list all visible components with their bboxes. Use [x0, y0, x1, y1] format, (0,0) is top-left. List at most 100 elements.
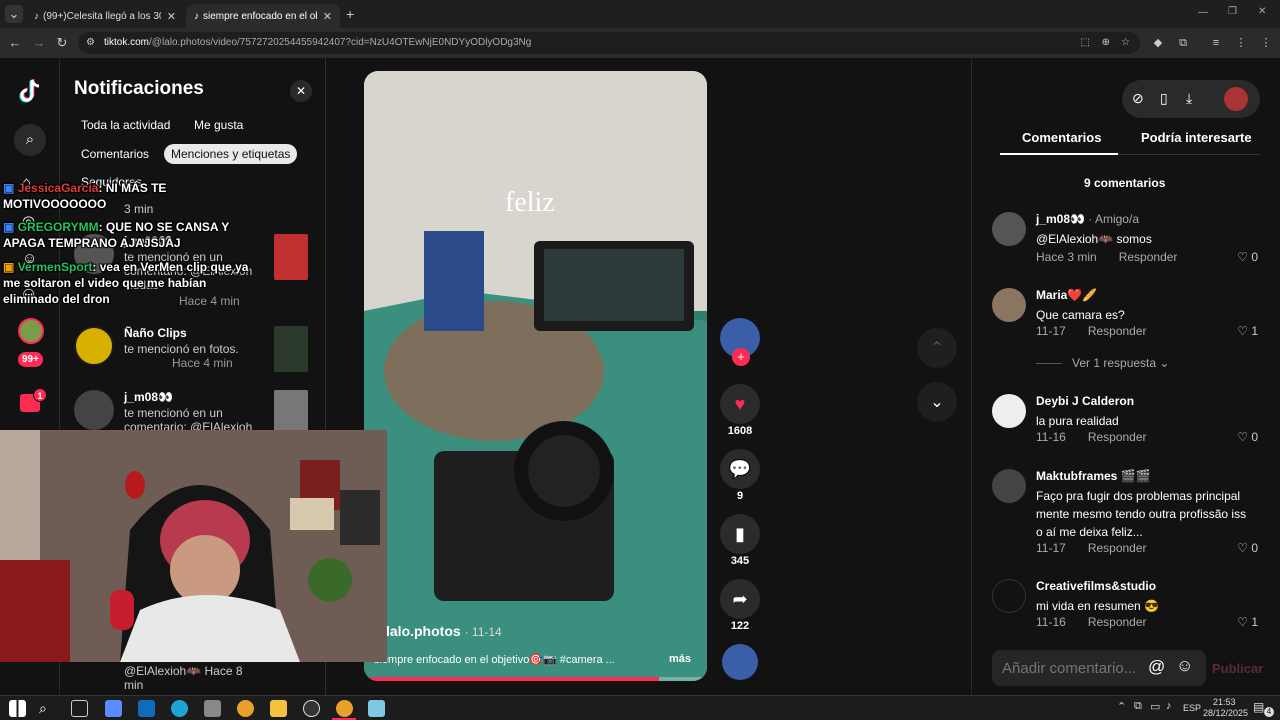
task-view-icon[interactable]: [71, 700, 88, 717]
view-replies-label: Ver 1 respuesta: [1072, 356, 1157, 370]
window-close-button[interactable]: ✕: [1258, 6, 1266, 17]
app-icon[interactable]: [368, 700, 385, 717]
maximize-button[interactable]: ❐: [1228, 6, 1237, 17]
tab-siempre-enfocado[interactable]: ♪ siempre enfocado en el objetivo ✕: [186, 4, 340, 28]
video-author[interactable]: lalo.photos · 11-14: [386, 623, 502, 639]
tray-network-icon[interactable]: ⧉: [1134, 700, 1142, 713]
reading-list-icon[interactable]: ≡: [1208, 35, 1224, 51]
follow-plus-icon[interactable]: +: [732, 348, 750, 366]
notification-item[interactable]: j_m08👀 te mencionó en un comentario: @El…: [74, 390, 314, 436]
chrome-active-icon[interactable]: [336, 700, 353, 717]
close-notifications-button[interactable]: ✕: [290, 80, 312, 102]
comment-user[interactable]: j_m08👀 · Amigo/a: [1036, 212, 1139, 226]
download-icon[interactable]: ⤓: [1186, 90, 1192, 107]
reply-button[interactable]: Responder: [1088, 430, 1147, 444]
save-button[interactable]: ▮: [720, 514, 760, 554]
language-indicator[interactable]: ESP: [1183, 703, 1201, 713]
tiktok-logo-icon[interactable]: [18, 78, 42, 104]
tab-close-icon[interactable]: ✕: [323, 10, 332, 23]
filter-mentions[interactable]: Menciones y etiquetas: [164, 144, 298, 164]
comment-like[interactable]: ♡ 0: [1237, 430, 1258, 444]
store-icon[interactable]: [204, 700, 221, 717]
install-app-icon[interactable]: ⬚: [1081, 32, 1090, 54]
tab-list-button[interactable]: ⌄: [5, 5, 23, 23]
chrome-icon[interactable]: [237, 700, 254, 717]
comment-user[interactable]: Maktubframes 🎬🎬: [1036, 469, 1151, 483]
back-icon[interactable]: ←: [6, 34, 24, 52]
inbox-badge[interactable]: 99+: [18, 352, 43, 367]
tray-battery-icon[interactable]: ▭: [1150, 700, 1160, 713]
tab-celesita[interactable]: ♪ (99+)Celesita llegó a los 300k💗 ✕: [26, 4, 184, 28]
profile-avatar[interactable]: [1224, 87, 1248, 111]
video-player[interactable]: feliz lalo.photos · 11-14 siempre enfoca…: [364, 71, 707, 681]
device-icon[interactable]: ▯: [1160, 90, 1168, 107]
url-field[interactable]: ⚙ tiktok.com/@lalo.photos/video/75727202…: [78, 32, 1140, 54]
comment-button[interactable]: 💬: [720, 449, 760, 489]
share-button[interactable]: ➦: [720, 579, 760, 619]
tab-close-icon[interactable]: ✕: [167, 10, 176, 23]
avatar[interactable]: [992, 394, 1026, 428]
zoom-icon[interactable]: ⊕: [1102, 32, 1110, 54]
outlook-icon[interactable]: [138, 700, 155, 717]
comment-like[interactable]: ♡ 0: [1237, 250, 1258, 264]
previous-video-button[interactable]: ⌃: [917, 328, 957, 368]
notification-item[interactable]: @ElAlexioh🦇 Hace 8 min: [74, 664, 314, 694]
reply-button[interactable]: Responder: [1119, 250, 1178, 264]
avatar[interactable]: [992, 212, 1026, 246]
avatar[interactable]: [992, 469, 1026, 503]
bookmark-star-icon[interactable]: ☆: [1121, 32, 1130, 54]
comment-like[interactable]: ♡ 1: [1237, 615, 1258, 629]
profile-icon[interactable]: ⋮: [1233, 35, 1249, 51]
publish-button[interactable]: Publicar: [1212, 661, 1263, 676]
avatar[interactable]: [992, 579, 1026, 613]
search-icon[interactable]: ⌕: [39, 700, 56, 717]
comment-user[interactable]: Deybi J Calderon: [1036, 394, 1134, 408]
next-video-button[interactable]: ⌄: [917, 382, 957, 422]
reply-button[interactable]: Responder: [1088, 615, 1147, 629]
like-button[interactable]: ♥: [720, 384, 760, 424]
tab-comments[interactable]: Comentarios: [1022, 130, 1101, 145]
reload-icon[interactable]: ↻: [53, 34, 71, 52]
filter-all-activity[interactable]: Toda la actividad: [74, 115, 177, 135]
clock-time[interactable]: 21:53: [1213, 697, 1236, 707]
creator-avatar[interactable]: +: [720, 318, 760, 366]
comment-like[interactable]: ♡ 0: [1237, 541, 1258, 555]
notification-item[interactable]: Ñaño Clips te mencionó en fotos. Hace 4 …: [74, 326, 314, 376]
clock-date[interactable]: 28/12/2025: [1203, 708, 1248, 718]
new-tab-button[interactable]: +: [346, 6, 354, 22]
site-info-icon[interactable]: ⚙: [86, 32, 95, 54]
tab-recommended[interactable]: Podría interesarte: [1141, 130, 1252, 145]
edge-icon[interactable]: [171, 700, 188, 717]
emoji-icon[interactable]: ☺: [1176, 656, 1193, 676]
live-avatar[interactable]: [18, 318, 44, 344]
comment-user[interactable]: Maria❤️🥖: [1036, 288, 1097, 302]
extension-diamond-icon[interactable]: ◆: [1150, 35, 1166, 51]
compass-icon[interactable]: ⊘: [1132, 90, 1144, 107]
comment-input[interactable]: [1002, 656, 1142, 680]
copilot-icon[interactable]: [105, 700, 122, 717]
music-disc-icon[interactable]: [722, 644, 758, 680]
comment-like[interactable]: ♡ 1: [1237, 324, 1258, 338]
forward-icon[interactable]: →: [30, 34, 48, 52]
video-progress[interactable]: [364, 677, 707, 681]
filter-likes[interactable]: Me gusta: [187, 115, 250, 135]
minimize-button[interactable]: —: [1198, 7, 1208, 18]
view-replies[interactable]: Ver 1 respuesta ⌄: [1036, 356, 1169, 370]
obs-icon[interactable]: [303, 700, 320, 717]
browser-menu-icon[interactable]: ⋮: [1258, 35, 1274, 51]
reply-button[interactable]: Responder: [1088, 541, 1147, 555]
tray-chevron-icon[interactable]: ⌃: [1117, 700, 1126, 713]
tray-volume-icon[interactable]: ♪: [1166, 700, 1172, 712]
search-icon[interactable]: ⌕: [14, 124, 46, 156]
avatar[interactable]: [992, 288, 1026, 322]
more-link[interactable]: más: [669, 653, 691, 665]
comment-user[interactable]: Creativefilms&studio: [1036, 579, 1156, 593]
file-explorer-icon[interactable]: [270, 700, 287, 717]
notification-center-icon[interactable]: ▤: [1253, 700, 1264, 714]
filter-comments[interactable]: Comentarios: [74, 144, 156, 164]
extensions-puzzle-icon[interactable]: ⧉: [1175, 35, 1191, 51]
mention-icon[interactable]: @: [1148, 657, 1165, 677]
reply-button[interactable]: Responder: [1088, 324, 1147, 338]
comment-input-box[interactable]: @ ☺: [992, 650, 1206, 686]
windows-start-icon[interactable]: [9, 700, 26, 717]
